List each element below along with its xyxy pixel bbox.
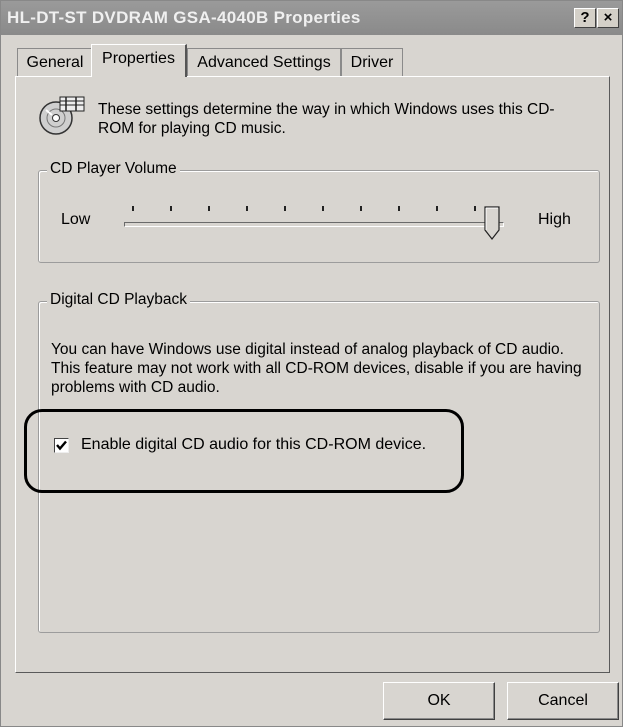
info-text: These settings determine the way in whic… [98, 101, 555, 137]
slider-tick [474, 206, 476, 211]
volume-group: CD Player Volume [38, 160, 600, 263]
volume-high-label: High [538, 211, 571, 228]
window-title: HL-DT-ST DVDRAM GSA-4040B Properties [7, 8, 361, 27]
ok-button[interactable]: OK [383, 682, 495, 720]
cancel-button[interactable]: Cancel [507, 682, 619, 720]
slider-tick [398, 206, 400, 211]
help-button[interactable]: ? [574, 8, 596, 28]
slider-tick [208, 206, 210, 211]
title-bar: HL-DT-ST DVDRAM GSA-4040B Properties ? × [1, 1, 622, 35]
close-button[interactable]: × [597, 8, 619, 28]
digital-description: You can have Windows use digital instead… [51, 341, 582, 396]
slider-tick [436, 206, 438, 211]
volume-slider-thumb[interactable] [484, 206, 500, 240]
volume-low-label: Low [61, 211, 91, 228]
cd-music-icon [39, 96, 85, 135]
volume-slider-track[interactable] [124, 222, 504, 227]
volume-legend: CD Player Volume [47, 160, 180, 178]
slider-tick [360, 206, 362, 211]
properties-dialog: HL-DT-ST DVDRAM GSA-4040B Properties ? ×… [0, 0, 623, 727]
slider-tick [246, 206, 248, 211]
tab-general[interactable]: General [17, 48, 93, 76]
tab-properties[interactable]: Properties [91, 44, 187, 77]
annotation-highlight-outline [24, 409, 464, 493]
tab-driver[interactable]: Driver [341, 48, 403, 76]
tab-advanced-settings[interactable]: Advanced Settings [187, 48, 341, 76]
slider-tick [132, 206, 134, 211]
digital-playback-legend: Digital CD Playback [47, 291, 190, 309]
slider-tick [322, 206, 324, 211]
slider-tick [284, 206, 286, 211]
slider-tick [170, 206, 172, 211]
